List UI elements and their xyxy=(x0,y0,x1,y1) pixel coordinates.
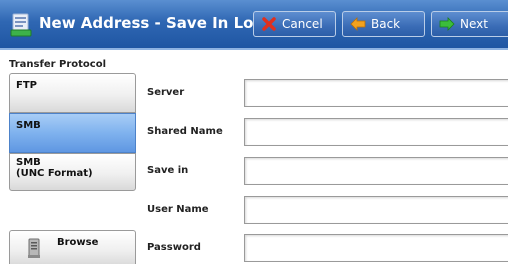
arrow-left-icon xyxy=(350,17,366,31)
password-label: Password xyxy=(147,242,201,253)
next-button-label: Next xyxy=(460,17,488,31)
address-book-icon xyxy=(10,13,32,37)
back-button[interactable]: Back xyxy=(342,11,425,37)
cancel-icon xyxy=(261,17,277,31)
next-button[interactable]: Next xyxy=(431,11,508,37)
protocol-smb-unc-label-line1: SMB xyxy=(16,157,41,168)
save-in-input[interactable] xyxy=(244,157,508,185)
server-input[interactable] xyxy=(244,79,508,107)
password-input[interactable] xyxy=(244,234,508,262)
server-label: Server xyxy=(147,87,185,98)
transfer-protocol-label: Transfer Protocol xyxy=(9,59,107,70)
cancel-button[interactable]: Cancel xyxy=(253,11,336,37)
browse-button-label: Browse xyxy=(57,237,99,248)
protocol-ftp-label: FTP xyxy=(16,80,37,91)
arrow-right-icon xyxy=(439,17,455,31)
protocol-ftp-button[interactable]: FTP xyxy=(9,73,136,113)
user-name-input[interactable] xyxy=(244,196,508,224)
shared-name-input[interactable] xyxy=(244,118,508,146)
user-name-label: User Name xyxy=(147,204,209,215)
protocol-smb-unc-button[interactable]: SMB (UNC Format) xyxy=(9,153,136,191)
shared-name-label: Shared Name xyxy=(147,126,223,137)
protocol-smb-unc-label-line2: (UNC Format) xyxy=(16,168,93,179)
cancel-button-label: Cancel xyxy=(282,17,323,31)
back-button-label: Back xyxy=(371,17,401,31)
title-bar: New Address - Save In Location Cancel Ba… xyxy=(0,0,508,50)
save-in-label: Save in xyxy=(147,165,189,176)
protocol-smb-label: SMB xyxy=(16,120,41,131)
protocol-smb-button[interactable]: SMB xyxy=(9,113,136,153)
browse-button[interactable]: Browse xyxy=(9,230,136,264)
server-icon xyxy=(28,238,40,258)
